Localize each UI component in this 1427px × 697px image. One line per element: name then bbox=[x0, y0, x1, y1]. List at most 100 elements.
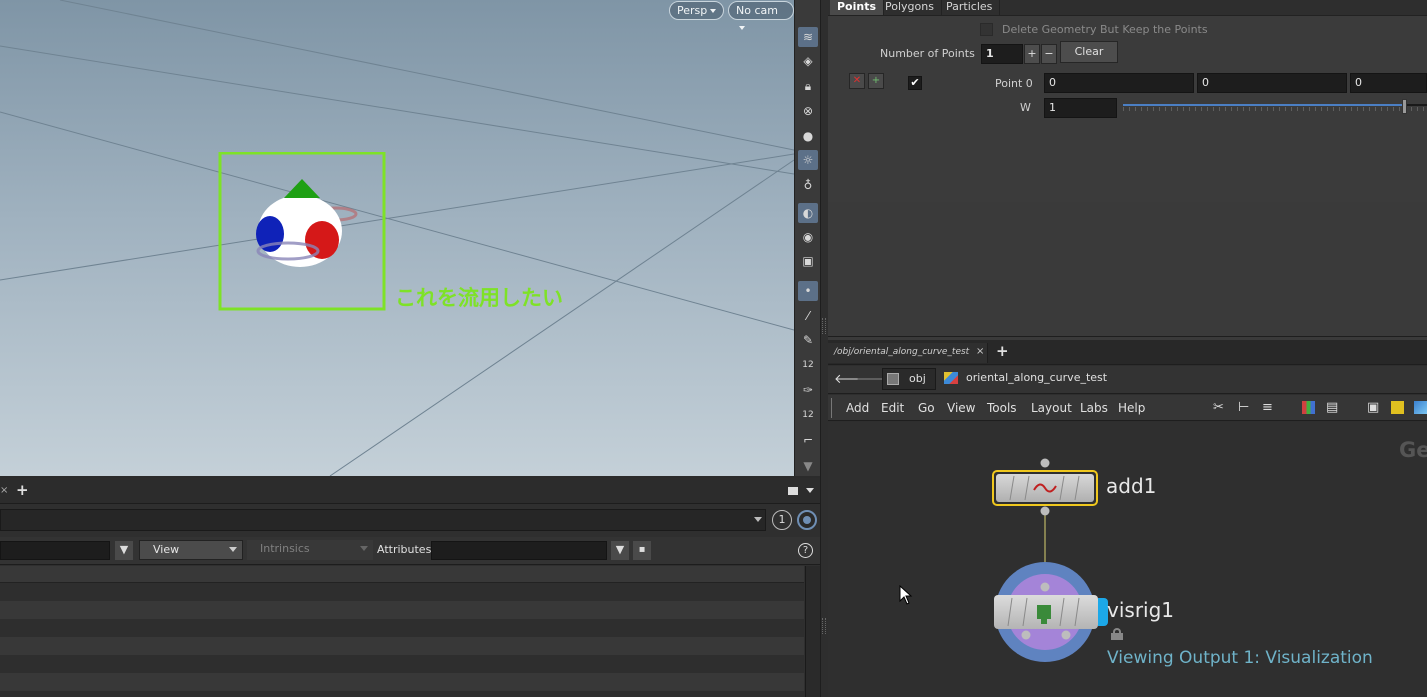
filter-icon[interactable]: ▼ bbox=[611, 541, 629, 560]
tab-particles[interactable]: Particles bbox=[939, 0, 1001, 15]
intrinsics-dropdown[interactable]: Intrinsics bbox=[247, 540, 373, 560]
list-icon[interactable]: ≡ bbox=[1262, 400, 1273, 415]
remove-point-icon[interactable]: ✕ bbox=[849, 73, 865, 89]
visrig1-output-port-2[interactable] bbox=[1061, 630, 1071, 640]
chevron-down-icon bbox=[710, 9, 717, 13]
tab-polygons[interactable]: Polygons bbox=[878, 0, 942, 15]
insert-point-icon[interactable]: + bbox=[868, 73, 884, 89]
pane-menu-icon[interactable] bbox=[788, 487, 798, 495]
add1-output-port[interactable] bbox=[1040, 506, 1050, 516]
add1-node-label[interactable]: add1 bbox=[1106, 474, 1156, 498]
point-enable-checkbox[interactable]: ✔ bbox=[908, 76, 922, 90]
visrig1-output-port[interactable] bbox=[1021, 630, 1031, 640]
breadcrumb-geo[interactable]: oriental_along_curve_test bbox=[938, 368, 1148, 390]
decrement-button[interactable]: − bbox=[1041, 44, 1057, 64]
brush-icon[interactable]: ⁄ bbox=[798, 306, 818, 326]
clear-button[interactable]: Clear bbox=[1060, 41, 1118, 63]
chevron-down-icon[interactable] bbox=[806, 488, 814, 493]
image-icon[interactable]: ▣ bbox=[1367, 400, 1379, 415]
number-icon-2[interactable]: 12 bbox=[798, 405, 818, 425]
target-icon[interactable] bbox=[797, 510, 817, 530]
grid-list-icon[interactable]: ▤ bbox=[1326, 400, 1338, 415]
delete-geometry-checkbox[interactable] bbox=[980, 23, 993, 36]
menu-tools[interactable]: Tools bbox=[987, 401, 1017, 415]
menu-add[interactable]: Add bbox=[846, 401, 869, 415]
no-cam-menu[interactable]: No cam bbox=[728, 1, 794, 30]
viewing-output-label: Viewing Output 1: Visualization bbox=[1107, 648, 1373, 668]
light-icon[interactable]: ☼ bbox=[798, 150, 818, 170]
visrig-object[interactable] bbox=[218, 152, 388, 312]
point0-z-field[interactable]: 0 bbox=[1350, 73, 1427, 93]
rig-x-cap bbox=[305, 221, 339, 259]
lock-icon[interactable]: 🔒︎ bbox=[798, 76, 818, 96]
add-tab-button[interactable]: + bbox=[996, 342, 1009, 360]
add1-node[interactable] bbox=[992, 470, 1098, 506]
number-icon[interactable]: 12 bbox=[798, 355, 818, 375]
w-slider[interactable] bbox=[1123, 99, 1427, 114]
eye-icon[interactable]: ◉ bbox=[798, 227, 818, 247]
tab-close-icon[interactable]: × bbox=[0, 485, 8, 496]
angle-icon[interactable]: ⌐ bbox=[798, 430, 818, 450]
render-icon[interactable]: ▣ bbox=[798, 251, 818, 271]
point0-x-field[interactable]: 0 bbox=[1044, 73, 1194, 93]
pen-icon[interactable]: ✎ bbox=[798, 330, 818, 350]
display-options-icon[interactable]: ≋ bbox=[798, 27, 818, 47]
visrig1-node-label[interactable]: visrig1 bbox=[1107, 598, 1174, 622]
tab-network-path[interactable]: /obj/oriental_along_curve_test × bbox=[828, 343, 988, 363]
add-tab-button[interactable]: + bbox=[16, 481, 29, 499]
bulb-icon[interactable]: ♁ bbox=[798, 175, 818, 195]
paint-icon[interactable]: ✑ bbox=[798, 380, 818, 400]
sphere-icon[interactable]: ● bbox=[798, 126, 818, 146]
increment-button[interactable]: + bbox=[1024, 44, 1040, 64]
tab-points[interactable]: Points bbox=[830, 0, 885, 15]
add1-node-body bbox=[996, 474, 1094, 502]
wrench-icon[interactable]: ✂ bbox=[1213, 400, 1224, 415]
splitter-handle[interactable] bbox=[176, 472, 256, 476]
tree-icon[interactable]: ⊢ bbox=[1238, 400, 1249, 415]
close-circle-icon[interactable]: ⊗ bbox=[798, 101, 818, 121]
visrig1-node[interactable] bbox=[994, 595, 1098, 629]
sticky-note-icon[interactable] bbox=[1391, 401, 1404, 414]
menu-edit[interactable]: Edit bbox=[881, 401, 904, 415]
down-arrow-icon[interactable]: ▼ bbox=[798, 456, 818, 476]
menu-help[interactable]: Help bbox=[1118, 401, 1145, 415]
point-icon[interactable]: • bbox=[798, 281, 818, 301]
visrig1-input-port[interactable] bbox=[1040, 582, 1050, 592]
filter-input[interactable] bbox=[0, 541, 110, 560]
view-dropdown[interactable]: View bbox=[139, 540, 243, 560]
network-menubar: Add Edit Go View Tools Layout Labs Help … bbox=[828, 395, 1427, 421]
add1-input-port[interactable] bbox=[1040, 458, 1050, 468]
sheet-filter-bar: ▼ View Intrinsics Attributes: ▼ ▪ ? bbox=[0, 537, 820, 565]
vertical-splitter[interactable] bbox=[820, 0, 828, 697]
w-field[interactable]: 1 bbox=[1044, 98, 1117, 118]
node-path-field[interactable] bbox=[0, 509, 766, 531]
tab-close-icon[interactable]: × bbox=[976, 346, 984, 357]
number-of-points-field[interactable]: 1 bbox=[981, 44, 1023, 64]
visrig-sop-icon bbox=[1037, 605, 1051, 619]
background-image-icon[interactable] bbox=[1414, 401, 1427, 414]
network-canvas[interactable]: Ge add1 visrig1 Viewing Output 1: Visual… bbox=[828, 422, 1427, 697]
options-icon[interactable]: ▪ bbox=[633, 541, 651, 560]
path-bar: 🡐 🡒 obj oriental_along_curve_test bbox=[828, 366, 1427, 394]
point0-y-field[interactable]: 0 bbox=[1197, 73, 1347, 93]
rig-y-cone bbox=[284, 179, 320, 198]
menu-labs[interactable]: Labs bbox=[1080, 401, 1108, 415]
menu-layout[interactable]: Layout bbox=[1031, 401, 1072, 415]
instance-badge[interactable]: 1 bbox=[772, 510, 792, 530]
attributes-input[interactable] bbox=[431, 541, 607, 560]
filter-icon[interactable]: ▼ bbox=[115, 541, 133, 560]
shading-icon[interactable]: ◐ bbox=[798, 203, 818, 223]
help-icon[interactable]: ? bbox=[798, 543, 813, 558]
w-slider-handle[interactable] bbox=[1402, 99, 1408, 114]
table-row bbox=[0, 637, 804, 655]
menu-go[interactable]: Go bbox=[918, 401, 935, 415]
color-palette-icon[interactable] bbox=[1302, 401, 1315, 414]
wireframe-icon[interactable]: ◈ bbox=[798, 51, 818, 71]
menu-view[interactable]: View bbox=[947, 401, 975, 415]
breadcrumb-obj[interactable]: obj bbox=[882, 368, 936, 390]
scrollbar[interactable] bbox=[805, 566, 820, 697]
lock-icon[interactable] bbox=[1111, 628, 1123, 640]
camera-menu[interactable]: Persp bbox=[669, 1, 725, 20]
3d-viewport[interactable]: Persp No cam これを流用したい bbox=[0, 0, 794, 476]
chevron-down-icon bbox=[739, 26, 745, 30]
